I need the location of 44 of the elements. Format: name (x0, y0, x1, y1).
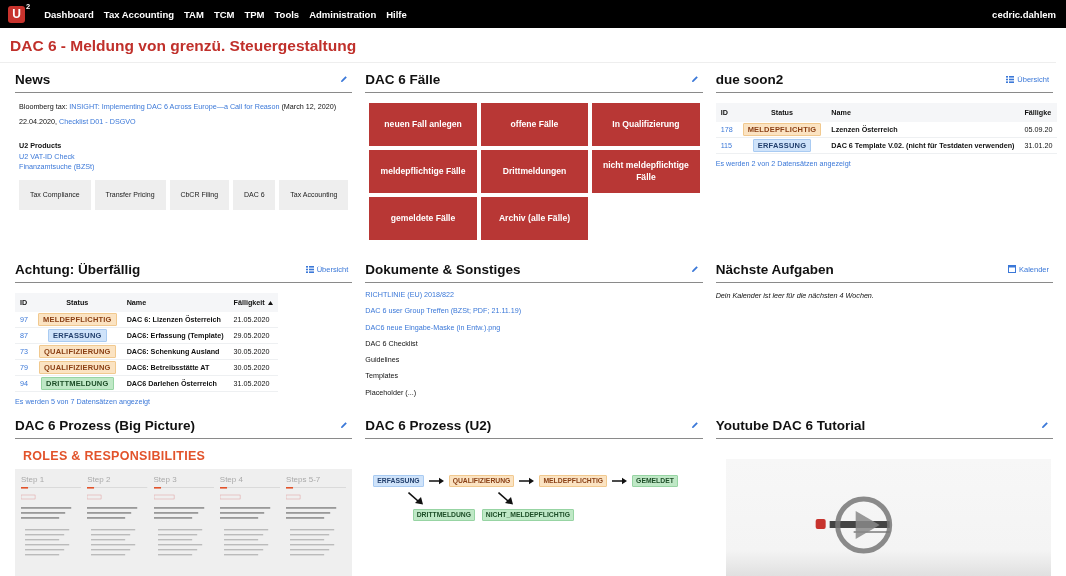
logo[interactable]: U (8, 5, 25, 23)
case-tile[interactable]: gemeldete Fälle (369, 197, 477, 240)
nav-item[interactable]: TPM (244, 8, 265, 20)
arrow-icon (407, 491, 424, 506)
widget-title: DAC 6 Prozess (Big Picture) (15, 417, 196, 433)
edit-icon[interactable] (1041, 421, 1049, 429)
calendar-icon (1007, 265, 1016, 273)
edit-icon[interactable] (340, 75, 349, 83)
widget-title: Youtube DAC 6 Tutorial (715, 417, 866, 433)
widget-title: DAC 6 Prozess (U2) (365, 417, 492, 433)
page-title: DAC 6 - Meldung von grenzü. Steuergestaltung (10, 37, 357, 54)
nav-item[interactable]: TCM (213, 8, 235, 20)
edit-icon[interactable] (690, 421, 699, 429)
user-name[interactable]: cedric.dahlem (992, 8, 1056, 20)
case-tile[interactable]: offene Fälle (480, 103, 589, 146)
case-tile[interactable]: neuen Fall anlegen (369, 103, 477, 146)
nav-item[interactable]: Hilfe (386, 8, 407, 20)
nav-item[interactable]: Tools (274, 8, 300, 20)
widget-title: News (15, 71, 51, 87)
widget-title: due soon2 (715, 71, 784, 87)
nav-item[interactable]: Tax Accounting (103, 8, 174, 20)
step-label: Step 4 (219, 475, 244, 484)
nav-item[interactable]: TAM (184, 8, 204, 20)
case-tile[interactable]: nicht meldepflichtige Fälle (592, 150, 700, 193)
arrow-icon (498, 491, 515, 506)
case-tile[interactable]: meldepflichtige Fälle (369, 150, 477, 193)
widget-title: Dokumente & Sonstiges (365, 261, 521, 277)
widget-title: Achtung: Überfällig (15, 261, 141, 277)
slide-heading: ROLES & RESPONSIBILITIES (22, 449, 207, 463)
arrow-icon (428, 477, 444, 486)
arrow-icon (519, 477, 535, 486)
edit-icon[interactable] (340, 421, 349, 429)
widget-title: Nächste Aufgaben (715, 261, 834, 277)
nav-item[interactable]: Administration (309, 8, 377, 20)
edit-icon[interactable] (690, 75, 699, 83)
widget-title: DAC 6 Fälle (365, 71, 441, 87)
list-icon (1006, 75, 1015, 83)
nav-item[interactable]: Dashboard (44, 8, 94, 20)
edit-icon[interactable] (690, 265, 699, 273)
case-tile[interactable]: Drittmeldungen (480, 150, 589, 193)
case-tile[interactable]: Archiv (alle Fälle) (480, 197, 589, 240)
arrow-icon (612, 477, 628, 486)
case-tile[interactable]: In Qualifizierung (592, 103, 700, 146)
list-icon (305, 265, 314, 273)
